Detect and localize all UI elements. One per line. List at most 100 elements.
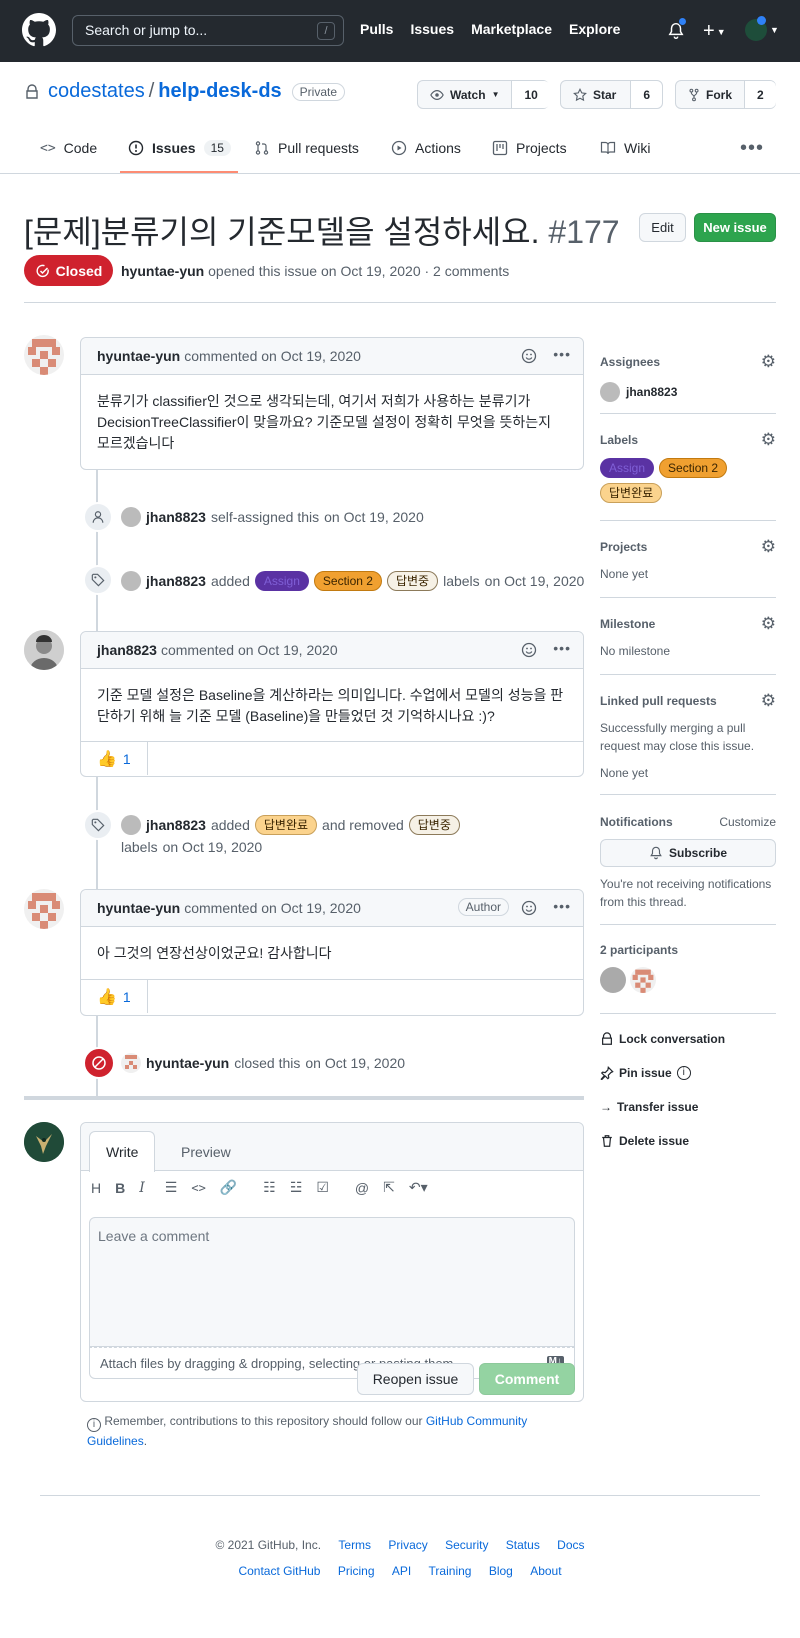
mini-avatar[interactable] [121, 815, 141, 835]
thumbs-up-reaction[interactable]: 👍 1 [81, 742, 148, 775]
create-new-plus-icon[interactable]: + ▼ [703, 20, 726, 43]
task-list-icon[interactable]: ☑ [316, 1179, 329, 1196]
repo-name-link[interactable]: help-desk-ds [158, 80, 281, 103]
label-answered[interactable]: 답변완료 [254, 815, 318, 835]
tab-pull-requests[interactable]: Pull requests [254, 140, 359, 156]
nav-pulls[interactable]: Pulls [360, 21, 393, 37]
participant-avatar[interactable] [630, 967, 656, 993]
footer-link-training[interactable]: Training [429, 1564, 472, 1578]
subscribe-button[interactable]: Subscribe [600, 839, 776, 867]
event-actor-link[interactable]: hyuntae-yun [146, 1055, 229, 1071]
watch-count[interactable]: 10 [511, 81, 550, 108]
comment-timestamp[interactable]: commented on Oct 19, 2020 [161, 642, 338, 658]
code-icon[interactable]: <> [191, 1181, 205, 1195]
ordered-list-icon[interactable]: ☳ [290, 1179, 303, 1196]
footer-link-about[interactable]: About [530, 1564, 561, 1578]
mini-avatar[interactable] [121, 1053, 141, 1073]
nav-explore[interactable]: Explore [569, 21, 620, 37]
italic-icon[interactable]: I [139, 1180, 145, 1196]
label-answering[interactable]: 답변중 [386, 571, 439, 591]
event-timestamp[interactable]: on Oct 19, 2020 [324, 509, 424, 525]
lock-conversation-link[interactable]: Lock conversation [600, 1032, 725, 1046]
watch-button-group[interactable]: Watch ▼ 10 [417, 80, 550, 109]
star-button[interactable]: Star [561, 81, 630, 108]
cross-reference-icon[interactable]: ⇱ [383, 1179, 395, 1196]
fork-button[interactable]: Fork [676, 81, 744, 108]
event-actor-link[interactable]: jhan8823 [146, 573, 206, 589]
quote-icon[interactable]: ☰ [165, 1179, 178, 1196]
footer-link-docs[interactable]: Docs [557, 1538, 584, 1552]
pin-issue-link[interactable]: Pin issue i [600, 1066, 691, 1080]
footer-link-security[interactable]: Security [445, 1538, 488, 1552]
fork-button-group[interactable]: Fork 2 [675, 80, 776, 109]
new-issue-button[interactable]: New issue [694, 213, 776, 242]
assignee-avatar[interactable] [600, 382, 620, 402]
smiley-reaction-icon[interactable] [521, 642, 537, 658]
comment-timestamp[interactable]: commented on Oct 19, 2020 [184, 900, 361, 916]
event-timestamp[interactable]: on Oct 19, 2020 [163, 839, 263, 855]
tab-issues[interactable]: Issues 15 [128, 140, 231, 156]
event-actor-link[interactable]: jhan8823 [146, 817, 206, 833]
event-timestamp[interactable]: on Oct 19, 2020 [305, 1055, 405, 1071]
gear-icon[interactable]: ⚙ [761, 430, 776, 450]
delete-issue-link[interactable]: Delete issue [600, 1134, 689, 1148]
comment-author-link[interactable]: hyuntae-yun [97, 900, 180, 916]
edit-button[interactable]: Edit [639, 213, 686, 242]
reopen-issue-button[interactable]: Reopen issue [357, 1363, 474, 1395]
comment-timestamp[interactable]: commented on Oct 19, 2020 [184, 348, 361, 364]
watch-button[interactable]: Watch ▼ [418, 81, 511, 108]
search-input[interactable]: Search or jump to... / [72, 15, 344, 46]
comment-author-link[interactable]: hyuntae-yun [97, 348, 180, 364]
footer-link-pricing[interactable]: Pricing [338, 1564, 375, 1578]
label-answered[interactable]: 답변완료 [600, 483, 663, 503]
heading-icon[interactable]: H [91, 1180, 101, 1196]
fork-count[interactable]: 2 [744, 81, 776, 108]
label-assign[interactable]: Assign [600, 458, 655, 478]
avatar[interactable] [24, 335, 64, 375]
comment-author-link[interactable]: jhan8823 [97, 642, 157, 658]
transfer-issue-link[interactable]: → Transfer issue [600, 1100, 698, 1114]
avatar[interactable] [24, 889, 64, 929]
tab-write[interactable]: Write [89, 1131, 156, 1172]
gear-icon[interactable]: ⚙ [761, 537, 776, 557]
mini-avatar[interactable] [121, 507, 141, 527]
star-button-group[interactable]: Star 6 [560, 80, 663, 109]
smiley-reaction-icon[interactable] [521, 900, 537, 916]
unordered-list-icon[interactable]: ☷ [263, 1179, 276, 1196]
participant-avatar[interactable] [600, 967, 626, 993]
bold-icon[interactable]: B [115, 1180, 125, 1196]
footer-link-status[interactable]: Status [506, 1538, 540, 1552]
footer-link-api[interactable]: API [392, 1564, 411, 1578]
link-icon[interactable]: 🔗 [220, 1179, 237, 1196]
label-section-2[interactable]: Section 2 [659, 458, 728, 478]
gear-icon[interactable]: ⚙ [761, 691, 776, 711]
kebab-menu-icon[interactable]: ••• [553, 346, 571, 362]
label-answering[interactable]: 답변중 [408, 815, 460, 835]
footer-link-terms[interactable]: Terms [338, 1538, 371, 1552]
tab-preview[interactable]: Preview [165, 1131, 247, 1172]
kebab-menu-icon[interactable]: ••• [553, 898, 571, 914]
assignee-link[interactable]: jhan8823 [626, 385, 677, 399]
gear-icon[interactable]: ⚙ [761, 352, 776, 372]
label-section-2[interactable]: Section 2 [313, 571, 382, 591]
issue-author-link[interactable]: hyuntae-yun [121, 263, 204, 279]
nav-issues[interactable]: Issues [410, 21, 454, 37]
footer-link-blog[interactable]: Blog [489, 1564, 513, 1578]
more-tabs-kebab-icon[interactable]: ••• [740, 137, 764, 160]
mini-avatar[interactable] [121, 571, 141, 591]
tab-actions[interactable]: Actions [391, 140, 461, 156]
event-actor-link[interactable]: jhan8823 [146, 509, 206, 525]
footer-link-contact[interactable]: Contact GitHub [238, 1564, 320, 1578]
thumbs-up-reaction[interactable]: 👍 1 [81, 980, 148, 1013]
gear-icon[interactable]: ⚙ [761, 614, 776, 634]
info-icon[interactable]: i [676, 1066, 691, 1080]
mention-icon[interactable]: @ [355, 1180, 369, 1196]
kebab-menu-icon[interactable]: ••• [553, 640, 571, 656]
repo-owner-link[interactable]: codestates [48, 80, 145, 103]
comment-button[interactable]: Comment [479, 1363, 575, 1395]
customize-link[interactable]: Customize [719, 815, 776, 829]
smiley-reaction-icon[interactable] [521, 348, 537, 364]
label-assign[interactable]: Assign [254, 571, 309, 591]
nav-marketplace[interactable]: Marketplace [471, 21, 552, 37]
reply-icon[interactable]: ↶▾ [409, 1179, 428, 1196]
